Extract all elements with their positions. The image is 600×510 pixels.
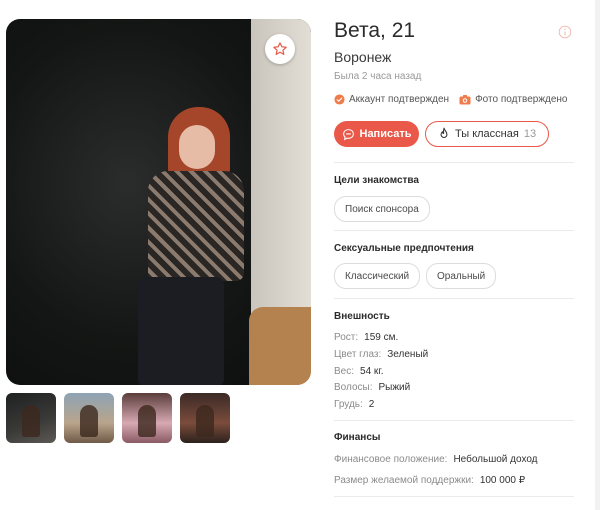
finance-label: Размер желаемой поддержки: <box>334 475 474 486</box>
photo-verified-label: Фото подтверждено <box>475 94 568 105</box>
flame-icon <box>440 127 448 138</box>
profile-actions: Написать Ты классная 13 <box>334 121 550 147</box>
finance-value: 100 000 ₽ <box>479 475 526 486</box>
divider <box>334 496 574 497</box>
divider <box>334 162 574 163</box>
appearance-value: 2 <box>368 399 375 410</box>
photo-figure <box>126 107 246 385</box>
profile-name-age: Вета, 21 <box>334 19 416 42</box>
profile-city: Воронеж <box>334 49 392 65</box>
appearance-value: Зеленый <box>387 349 429 360</box>
last-seen-status: Была 2 часа назад <box>334 71 422 82</box>
star-icon <box>273 42 287 55</box>
preference-chip: Оральный <box>426 263 497 289</box>
finance-title: Финансы <box>334 432 381 443</box>
photo-verified-badge: Фото подтверждено <box>459 94 568 105</box>
account-verified-badge: Аккаунт подтвержден <box>334 94 449 105</box>
appearance-label: Волосы: <box>334 382 373 393</box>
goals-title: Цели знакомства <box>334 175 419 186</box>
appearance-title: Внешность <box>334 311 390 322</box>
photo-thumbnail[interactable] <box>6 393 56 443</box>
finance-value: Небольшой доход <box>453 454 538 465</box>
camera-icon <box>459 95 471 105</box>
appearance-row-breast: Грудь: 2 <box>334 399 374 410</box>
appearance-value: Рыжий <box>378 382 411 393</box>
divider <box>334 298 574 299</box>
photo-thumbnails <box>6 393 230 443</box>
goal-chip: Поиск спонсора <box>334 196 430 222</box>
appearance-label: Цвет глаз: <box>334 349 382 360</box>
photo-thumbnail[interactable] <box>180 393 230 443</box>
info-icon[interactable] <box>558 25 572 44</box>
write-message-button[interactable]: Написать <box>334 121 419 147</box>
photo-thumbnail[interactable] <box>122 393 172 443</box>
photo-thumbnail[interactable] <box>64 393 114 443</box>
compliment-count: 13 <box>523 128 537 140</box>
divider <box>334 420 574 421</box>
divider <box>334 230 574 231</box>
compliment-label: Ты классная <box>455 128 519 140</box>
scrollbar[interactable] <box>595 0 600 510</box>
appearance-row-weight: Вес: 54 кг. <box>334 366 384 377</box>
appearance-row-height: Рост: 159 см. <box>334 332 398 343</box>
appearance-label: Вес: <box>334 366 355 377</box>
appearance-row-eyes: Цвет глаз: Зеленый <box>334 349 428 360</box>
appearance-row-hair: Волосы: Рыжий <box>334 382 410 393</box>
check-circle-icon <box>334 94 345 105</box>
appearance-value: 54 кг. <box>360 366 384 377</box>
appearance-value: 159 см. <box>364 332 399 343</box>
finance-row-status: Финансовое положение: Небольшой доход <box>334 454 538 465</box>
preference-chip: Классический <box>334 263 421 289</box>
favorite-button[interactable] <box>265 34 295 64</box>
verification-badges: Аккаунт подтвержден Фото подтверждено <box>334 94 578 105</box>
account-verified-label: Аккаунт подтвержден <box>349 94 450 105</box>
appearance-label: Рост: <box>334 332 359 343</box>
write-message-label: Написать <box>359 128 412 140</box>
main-photo[interactable] <box>6 19 311 385</box>
appearance-label: Грудь: <box>334 399 363 410</box>
compliment-button[interactable]: Ты классная 13 <box>425 121 550 147</box>
chat-bubble-icon <box>342 128 354 140</box>
finance-row-support: Размер желаемой поддержки: 100 000 ₽ <box>334 475 525 486</box>
photo-chair <box>249 307 311 385</box>
finance-label: Финансовое положение: <box>334 454 448 465</box>
preferences-title: Сексуальные предпочтения <box>334 243 474 254</box>
